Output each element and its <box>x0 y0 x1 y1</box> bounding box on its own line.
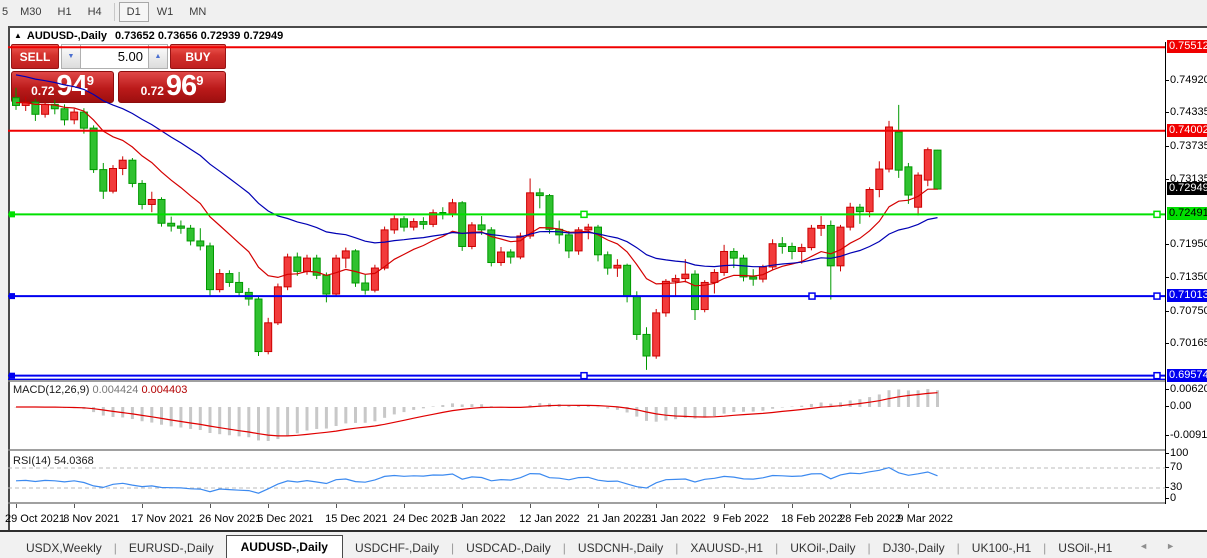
price-level-tag: 0.69574 <box>1167 369 1207 382</box>
price-axis-tick: 0.71350 <box>1170 271 1207 283</box>
date-axis-label: 28 Feb 2022 <box>839 513 901 525</box>
symbol-tab-ukoil-daily[interactable]: UKOil-,Daily <box>778 537 867 558</box>
date-axis-tick <box>142 504 143 508</box>
price-axis-tick: 0.74335 <box>1170 106 1207 118</box>
date-axis-tick <box>462 504 463 508</box>
macd-axis-tick: 0.006201 <box>1170 383 1207 395</box>
mt4-terminal: 5M30H1H4 D1W1MN ▲ AUDUSD-,Daily 0.73652 0.7… <box>0 0 1207 558</box>
price-axis-tick: 0.74920 <box>1170 74 1207 86</box>
macd-axis-tick: -0.009197 <box>1170 429 1207 441</box>
symbol-tab-usdchf-daily[interactable]: USDCHF-,Daily <box>343 537 451 558</box>
date-axis-tick <box>598 504 599 508</box>
price-level-tag: 0.74002 <box>1167 124 1207 137</box>
date-axis-label: 18 Feb 2022 <box>781 513 843 525</box>
price-level-tag: 0.71013 <box>1167 289 1207 302</box>
current-price-tag: 0.72949 <box>1167 182 1207 195</box>
symbol-tab-dj30-daily[interactable]: DJ30-,Daily <box>871 537 957 558</box>
symbol-tab-usdcad-daily[interactable]: USDCAD-,Daily <box>454 537 563 558</box>
date-axis-label: 15 Dec 2021 <box>325 513 387 525</box>
date-axis-tick <box>792 504 793 508</box>
price-axis-tick: 0.71950 <box>1170 238 1207 250</box>
date-axis-label: 26 Nov 2021 <box>199 513 261 525</box>
rsi-axis-tick: 100 <box>1170 447 1188 459</box>
price-axis-tick: 0.70165 <box>1170 337 1207 349</box>
date-axis-tick <box>656 504 657 508</box>
symbol-tab-eurusd-daily[interactable]: EURUSD-,Daily <box>117 537 226 558</box>
rsi-axis-tick: 70 <box>1170 461 1182 473</box>
date-axis-label: 12 Jan 2022 <box>519 513 580 525</box>
timeframe-button-w1[interactable]: W1 <box>149 2 182 22</box>
rsi-axis-tick: 0 <box>1170 492 1176 504</box>
timeframe-button-d1[interactable]: D1 <box>119 2 149 22</box>
candlestick-chart[interactable] <box>8 42 1166 504</box>
chart-title: ▲ AUDUSD-,Daily 0.73652 0.73656 0.72939 0.… <box>14 30 283 42</box>
price-level-tag: 0.75512 <box>1167 40 1207 53</box>
timeframe-button-mn[interactable]: MN <box>181 2 214 22</box>
date-axis-label: 24 Dec 2021 <box>393 513 455 525</box>
timeframe-button-m30[interactable]: M30 <box>12 2 49 22</box>
price-level-tag: 0.72491 <box>1167 207 1207 220</box>
date-axis-label: 8 Nov 2021 <box>63 513 119 525</box>
date-axis-tick <box>74 504 75 508</box>
date-axis-label: 9 Mar 2022 <box>897 513 953 525</box>
date-axis-tick <box>336 504 337 508</box>
timeframe-button-5[interactable]: 5 <box>0 2 12 22</box>
symbol-tab-xauusd-h1[interactable]: XAUUSD-,H1 <box>678 537 775 558</box>
date-axis-label: 3 Jan 2022 <box>451 513 505 525</box>
symbol-tab-usoil-h1[interactable]: USOil-,H1 <box>1046 537 1124 558</box>
price-axis-tick: 0.70750 <box>1170 305 1207 317</box>
symbol-tab-audusd-daily[interactable]: AUDUSD-,Daily <box>226 535 343 558</box>
tab-scroll-arrows[interactable]: ◄► <box>1139 541 1193 551</box>
symbol-tab-uk100-h1[interactable]: UK100-,H1 <box>960 537 1043 558</box>
date-axis-tick <box>404 504 405 508</box>
date-axis-tick <box>210 504 211 508</box>
date-axis-tick <box>724 504 725 508</box>
symbol-tab-usdx-weekly[interactable]: USDX,Weekly <box>14 537 114 558</box>
ohlc-values: 0.73652 0.73656 0.72939 0.72949 <box>115 30 283 42</box>
symbol-title: AUDUSD-,Daily <box>27 30 107 42</box>
date-axis-tick <box>16 504 17 508</box>
date-axis-label: 9 Feb 2022 <box>713 513 769 525</box>
date-axis-tick <box>530 504 531 508</box>
tab-scroll-right-icon[interactable]: ► <box>1166 541 1193 551</box>
toolbar-separator <box>114 3 115 21</box>
date-axis-label: 6 Dec 2021 <box>257 513 313 525</box>
date-axis-tick <box>850 504 851 508</box>
date-axis-label: 21 Jan 2022 <box>587 513 648 525</box>
symbol-tabbar: USDX,Weekly|EURUSD-,DailyAUDUSD-,DailyUS… <box>0 530 1207 558</box>
timeframe-toolbar: 5M30H1H4 D1W1MN <box>0 0 1207 24</box>
collapse-triangle-icon[interactable]: ▲ <box>14 31 22 40</box>
macd-axis-tick: 0.00 <box>1170 400 1191 412</box>
symbol-tabs: USDX,Weekly|EURUSD-,DailyAUDUSD-,DailyUS… <box>14 536 1124 558</box>
timeframe-button-h4[interactable]: H4 <box>80 2 110 22</box>
date-axis-tick <box>908 504 909 508</box>
timeframe-button-h1[interactable]: H1 <box>50 2 80 22</box>
symbol-tab-usdcnh-daily[interactable]: USDCNH-,Daily <box>566 537 675 558</box>
date-axis-label: 29 Oct 2021 <box>5 513 65 525</box>
date-axis-tick <box>268 504 269 508</box>
price-axis-tick: 0.73735 <box>1170 140 1207 152</box>
tab-scroll-left-icon[interactable]: ◄ <box>1139 541 1166 551</box>
date-axis-label: 31 Jan 2022 <box>645 513 706 525</box>
date-axis-label: 17 Nov 2021 <box>131 513 193 525</box>
